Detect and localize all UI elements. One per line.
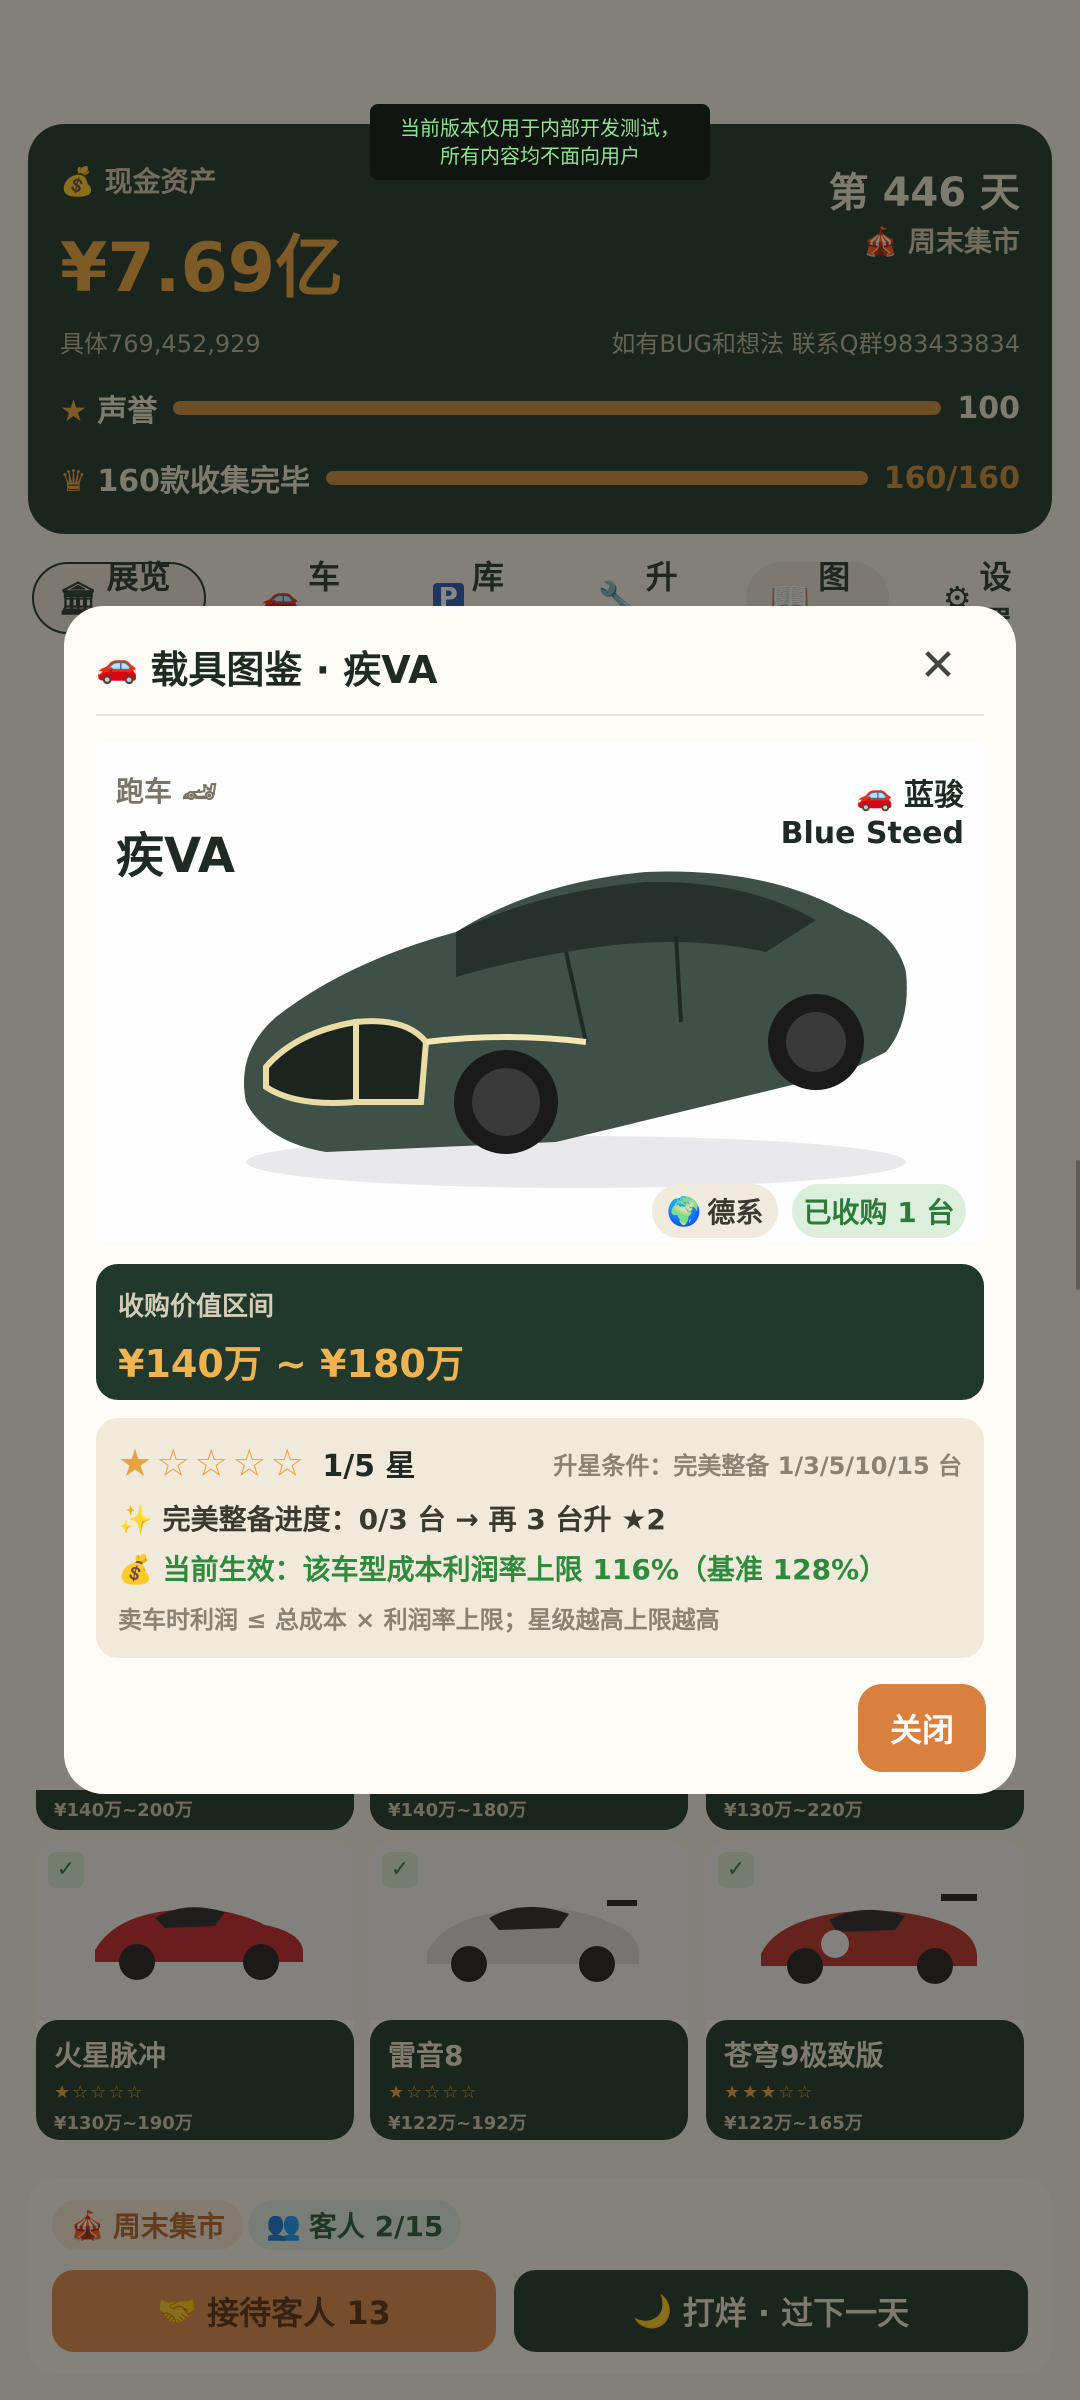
effect-line: 💰 当前生效：该车型成本利润率上限 116%（基准 128%） bbox=[118, 1548, 962, 1588]
dev-notice-line1: 当前版本仅用于内部开发测试， bbox=[400, 116, 680, 140]
sparkle-icon: ✨ bbox=[118, 1503, 153, 1536]
effect-text: 当前生效：该车型成本利润率上限 116%（基准 128%） bbox=[162, 1553, 888, 1586]
upgrade-condition: 升星条件：完美整备 1/3/5/10/15 台 bbox=[553, 1451, 962, 1480]
owned-chip: 已收购 1 台 bbox=[792, 1184, 966, 1238]
modal-title: 载具图鉴 · 疾VA bbox=[150, 647, 438, 692]
vehicle-name: 疾VA bbox=[116, 828, 236, 884]
vehicle-catalog-modal: 🚗 载具图鉴 · 疾VA ✕ 跑车 🏎 疾VA 🚗 蓝骏 Blue Steed … bbox=[64, 606, 1016, 1794]
vehicle-type: 跑车 🏎 bbox=[116, 770, 217, 810]
value-range: ¥140万 ~ ¥180万 bbox=[118, 1342, 464, 1386]
brand-en: Blue Steed bbox=[780, 816, 964, 851]
value-range-label: 收购价值区间 bbox=[118, 1292, 275, 1322]
close-button[interactable]: 关闭 bbox=[858, 1684, 986, 1772]
value-range-box: 收购价值区间 ¥140万 ~ ¥180万 bbox=[96, 1264, 984, 1400]
divider bbox=[96, 714, 984, 716]
vehicle-type-label: 跑车 bbox=[116, 775, 173, 808]
brand-cn: 🚗 蓝骏 bbox=[856, 770, 964, 814]
star-row: ★☆☆☆☆ 1/5 星 升星条件：完美整备 1/3/5/10/15 台 bbox=[118, 1438, 962, 1488]
money-bag-icon: 💰 bbox=[118, 1553, 153, 1586]
car-icon: 🚗 bbox=[96, 646, 139, 686]
origin-chip: 🌍 德系 bbox=[652, 1184, 778, 1238]
vehicle-hero: 跑车 🏎 疾VA 🚗 蓝骏 Blue Steed 🌍 德系 已收购 1 台 bbox=[96, 742, 984, 1242]
sports-car-icon: 🏎 bbox=[181, 775, 218, 808]
vehicle-image bbox=[244, 871, 907, 1188]
origin-chip-label: 德系 bbox=[707, 1196, 764, 1229]
car-icon: 🚗 bbox=[856, 778, 894, 813]
progress-line: ✨ 完美整备进度：0/3 台 → 再 3 台升 ★2 bbox=[118, 1498, 962, 1538]
scrollbar[interactable] bbox=[1076, 1160, 1080, 1290]
star-level: 1/5 星 bbox=[322, 1449, 416, 1484]
dev-notice-line2: 所有内容均不面向用户 bbox=[440, 144, 640, 168]
star-info-box: ★☆☆☆☆ 1/5 星 升星条件：完美整备 1/3/5/10/15 台 ✨ 完美… bbox=[96, 1418, 984, 1658]
modal-header: 🚗 载具图鉴 · 疾VA ✕ bbox=[96, 636, 984, 696]
star-rating: ★☆☆☆☆ bbox=[118, 1441, 309, 1485]
close-icon[interactable]: ✕ bbox=[910, 638, 966, 694]
brand-cn-label: 蓝骏 bbox=[904, 778, 964, 813]
progress-text: 完美整备进度：0/3 台 → 再 3 台升 ★2 bbox=[162, 1503, 666, 1536]
dev-notice: 当前版本仅用于内部开发测试， 所有内容均不面向用户 bbox=[370, 104, 710, 180]
note-line: 卖车时利润 ≤ 总成本 × 利润率上限；星级越高上限越高 bbox=[118, 1606, 720, 1634]
globe-icon: 🌍 bbox=[666, 1194, 702, 1228]
